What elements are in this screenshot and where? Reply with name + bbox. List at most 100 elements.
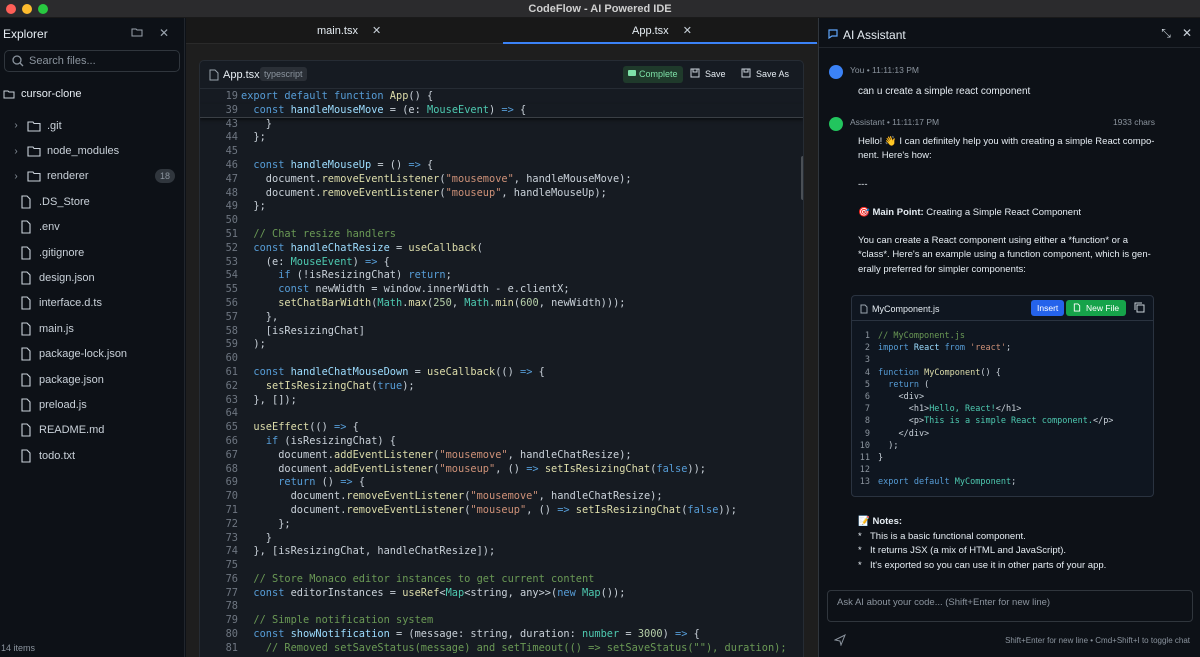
line-text: } [241,531,272,544]
tree-file[interactable]: README.md [0,418,185,443]
line-text: // Store Monaco editor instances to get … [253,572,595,585]
line-number: 80 [225,628,238,641]
code-line: 45 [200,145,803,159]
code-line: 76 // Store Monaco editor instances to g… [200,573,803,587]
minimize-panel-icon[interactable]: ⤡ [1160,27,1172,39]
line-text: export default function App() { [241,90,434,102]
save-as-icon [741,68,751,78]
tree-item-label: node_modules [47,145,120,158]
close-icon[interactable]: ✕ [157,26,171,40]
line-number: 47 [225,172,238,185]
tree-file[interactable]: .gitignore [0,240,185,265]
assistant-intro: Hello! 👋 I can definitely help you with … [858,136,1155,162]
line-number: 46 [225,158,238,171]
tree-file[interactable]: package-lock.json [0,342,185,367]
save-as-button[interactable]: Save As [741,66,789,83]
line-text: const handleChatMouseDown = useCallback(… [253,365,545,378]
snippet-line: 10 ); [852,440,899,452]
main-point-label: 🎯 Main Point: [858,206,924,218]
note-text: This is a basic functional component. [870,530,1026,542]
line-number: 8 [864,416,870,427]
tab-app-tsx[interactable]: App.tsx ✕ [632,18,692,44]
code-line: 80 const showNotification = (message: st… [200,628,803,642]
editor-filename: App.tsx [223,69,260,81]
send-icon[interactable] [834,634,846,646]
file-icon [21,347,31,361]
tree-item-label: preload.js [39,398,87,411]
tree-file[interactable]: main.js [0,316,185,341]
user-avatar [829,65,843,79]
root-folder-label: cursor-clone [21,88,82,100]
chevron-right-icon[interactable]: › [9,171,23,182]
chevron-right-icon[interactable]: › [9,146,23,157]
snippet-line: 11} [852,452,883,464]
snippet-line: 5 return ( [852,379,929,391]
tree-file[interactable]: package.json [0,367,185,392]
code-line: 67 document.addEventListener("mousemove"… [200,449,803,463]
code-snippet-header: MyComponent.js Insert New File [852,296,1153,321]
code-line: 68 document.addEventListener("mouseup", … [200,463,803,477]
count-badge: 18 [154,168,175,183]
code-line: 44 }; [200,131,803,145]
line-number: 2 [864,343,870,354]
chat-icon [828,29,838,40]
tab-main-tsx[interactable]: main.tsx ✕ [317,18,381,44]
line-text: document.removeEventListener("mouseup", … [241,186,607,199]
ai-input-box [827,590,1193,622]
editor-scrollbar-thumb[interactable] [801,156,803,200]
close-tab-icon[interactable]: ✕ [372,25,381,37]
snippet-line: 9 </div> [852,428,929,440]
search-input[interactable] [29,53,177,69]
close-panel-icon[interactable]: ✕ [1181,27,1193,39]
note-text: It returns JSX (a mix of HTML and JavaSc… [870,545,1067,557]
code-line: 66 if (isResizingChat) { [200,435,803,449]
line-number: 78 [225,600,238,613]
line-number: 4 [864,367,870,378]
code-line: 70 document.removeEventListener("mousemo… [200,490,803,504]
line-text: document.removeEventListener("mousemove"… [241,172,632,185]
tree-file[interactable]: .DS_Store [0,189,185,214]
line-text: return ( [888,379,930,390]
chevron-right-icon[interactable]: › [9,120,23,131]
line-text: setChatBarWidth(Math.max(250, Math.min(6… [278,296,626,309]
note-text: It's exported so you can use it in other… [870,559,1107,571]
close-tab-icon[interactable]: ✕ [683,25,692,37]
snippet-line: 8 <p>This is a simple React component.</… [852,415,1114,427]
line-number: 77 [225,586,238,599]
insert-button[interactable]: Insert [1031,300,1065,316]
tree-file[interactable]: interface.d.ts [0,291,185,316]
tree-folder[interactable]: › node_modules [0,138,185,163]
code-line: 62 setIsResizingChat(true); [200,380,803,394]
tree-file[interactable]: todo.txt [0,443,185,468]
new-file-label: New File [1086,303,1120,313]
copy-icon[interactable] [1134,302,1145,313]
tree-folder[interactable]: › .git [0,113,185,138]
tab-label: main.tsx [317,25,358,37]
new-file-button[interactable]: New File [1066,300,1127,316]
tree-folder[interactable]: › renderer 18 [0,164,185,189]
explorer-header: Explorer ✕ [0,18,184,48]
tree-file[interactable]: .env [0,215,185,240]
line-number: 43 [225,117,238,130]
complete-button[interactable]: Complete [623,66,683,83]
line-text: } [241,117,272,130]
save-button[interactable]: Save [690,66,726,83]
file-icon [21,423,31,437]
line-text: (e: MouseEvent) => { [241,255,390,268]
line-number: 5 [864,379,870,390]
file-icon [21,373,31,387]
line-number: 53 [225,255,238,268]
new-folder-icon[interactable] [130,26,144,40]
ai-prompt-input[interactable] [837,597,1177,615]
tree-file[interactable]: design.json [0,265,185,290]
code-view[interactable]: 19 export default function App() {39 cons… [200,90,803,657]
root-folder[interactable]: cursor-clone [3,86,82,102]
active-tab-indicator [503,42,817,44]
tree-file[interactable]: preload.js [0,392,185,417]
line-text: import React from 'react'; [878,343,1012,354]
line-number: 52 [225,241,238,254]
code-line: 69 return () => { [200,476,803,490]
line-number: 55 [225,283,238,296]
line-text: setIsResizingChat(true); [265,379,415,392]
note-item: * It's exported so you can use it in othe… [858,559,1107,571]
